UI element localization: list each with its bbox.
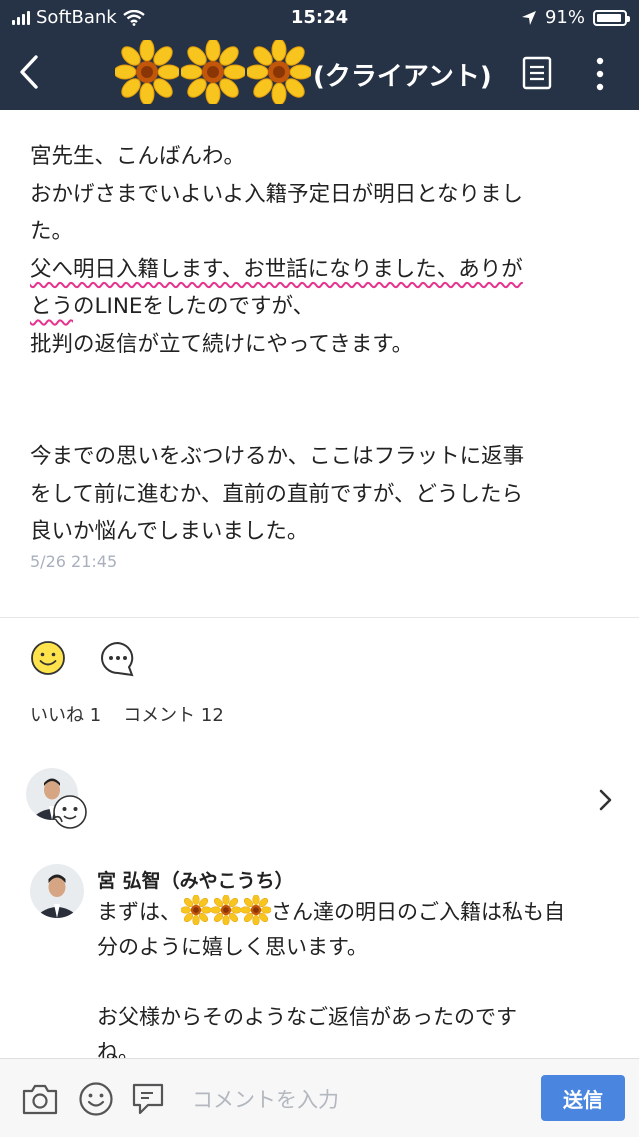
highlighted-text: 父へ明日入籍します、お世話になりました、ありが xyxy=(30,256,523,282)
commenter-avatar[interactable] xyxy=(30,864,84,918)
comment-composer: 送信 xyxy=(0,1058,639,1137)
comment-body: まずは、 さん達の明日のご入籍は私も自 分のように嬉しく思います。 お父様からその… xyxy=(97,895,607,1070)
comment-text: まずは、 xyxy=(97,900,181,924)
location-arrow-icon xyxy=(521,10,536,25)
comment-input[interactable] xyxy=(190,1083,524,1117)
status-right: 91% xyxy=(521,7,630,28)
flower-stickers xyxy=(115,40,311,104)
highlighted-text: とう xyxy=(30,294,74,319)
post-line: た。 xyxy=(30,219,74,244)
comment-line: 分のように嬉しく思います。 xyxy=(97,935,368,959)
battery-fill xyxy=(597,13,621,22)
post-line: とうのLINEをしたのですが、 xyxy=(30,288,600,326)
sunflower-icon xyxy=(247,40,311,104)
post-body: 宮先生、こんばんわ。 おかげさまでいよいよ入籍予定日が明日となりまし た。 父へ… xyxy=(30,138,600,551)
page-title: (クライアント) xyxy=(115,40,492,104)
title-text: (クライアント) xyxy=(313,61,492,92)
post-line: をして前に進むか、直前の直前ですが、どうしたら xyxy=(30,481,523,507)
liker-avatar[interactable] xyxy=(26,768,88,830)
more-vertical-icon[interactable] xyxy=(590,56,610,92)
flower-stickers-inline xyxy=(181,895,271,925)
post-line-text: のLINEをしたのですが、 xyxy=(73,294,315,319)
battery-icon xyxy=(593,9,630,26)
battery-percent: 91% xyxy=(544,7,585,28)
sunflower-icon xyxy=(211,895,241,925)
sunflower-icon xyxy=(181,895,211,925)
post-line: 宮先生、こんばんわ。 xyxy=(30,144,246,169)
comment-line: お父様からそのようなご返信があったのです xyxy=(97,1005,517,1029)
comments-count[interactable]: コメント 12 xyxy=(123,701,224,727)
nav-header: (クライアント) xyxy=(0,36,639,110)
sunflower-icon xyxy=(181,40,245,104)
likes-count[interactable]: いいね 1 xyxy=(30,701,101,727)
sunflower-icon xyxy=(241,895,271,925)
smile-reaction-icon[interactable] xyxy=(30,640,66,676)
comment-bubble-icon[interactable] xyxy=(99,640,137,678)
emoji-icon[interactable] xyxy=(78,1081,114,1117)
comment-blank xyxy=(97,965,607,1000)
post-line: 批判の返信が立て続けにやってきます。 xyxy=(30,331,414,357)
back-chevron-icon[interactable] xyxy=(14,52,50,92)
post-line: 今までの思いをぶつけるか、ここはフラットに返事 xyxy=(30,444,525,469)
comment-line: まずは、 さん達の明日のご入籍は私も自 xyxy=(97,895,607,930)
note-icon[interactable] xyxy=(520,56,554,90)
sunflower-icon xyxy=(115,40,179,104)
post-line-highlighted: 父へ明日入籍します、お世話になりました、ありが xyxy=(30,251,600,289)
send-button[interactable]: 送信 xyxy=(541,1075,625,1121)
sticker-icon[interactable] xyxy=(130,1081,166,1117)
commenter-name[interactable]: 宮 弘智（みやこうち） xyxy=(97,866,294,893)
chevron-right-icon[interactable] xyxy=(598,788,614,812)
comment-text: さん達の明日のご入籍は私も自 xyxy=(271,900,565,924)
divider xyxy=(0,617,639,618)
status-bar: SoftBank 15:24 91% xyxy=(0,0,639,36)
reaction-counts: いいね 1 コメント 12 xyxy=(30,701,224,727)
post-line: おかげさまでいよいよ入籍予定日が明日となりまし xyxy=(30,181,523,207)
post-timestamp: 5/26 21:45 xyxy=(30,552,118,571)
post-line: 良いか悩んでしまいました。 xyxy=(30,519,309,544)
camera-icon[interactable] xyxy=(20,1081,60,1117)
